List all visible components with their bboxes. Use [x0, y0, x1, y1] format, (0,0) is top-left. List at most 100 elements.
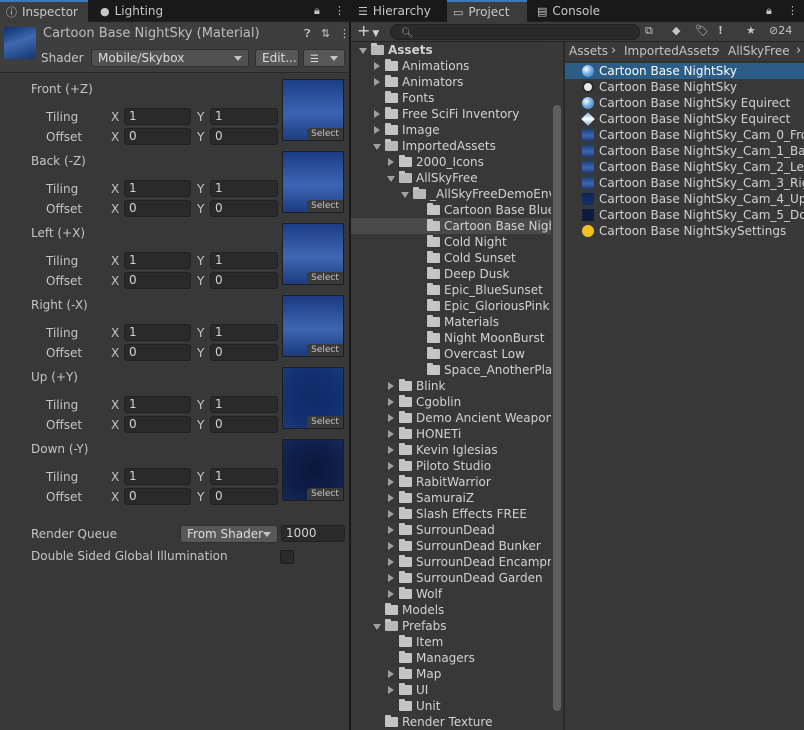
collapsed-arrow-icon[interactable]: [388, 478, 394, 486]
tree-item[interactable]: ImportedAssets: [351, 138, 551, 154]
collapsed-arrow-icon[interactable]: [388, 526, 394, 534]
texture-slot[interactable]: Select: [282, 439, 344, 501]
collapsed-arrow-icon[interactable]: [388, 462, 394, 470]
tree-item[interactable]: Cartoon Base Night: [351, 218, 551, 234]
tree-item[interactable]: Kevin Iglesias: [351, 442, 551, 458]
asset-item[interactable]: Cartoon Base NightSky: [565, 63, 804, 79]
asset-item[interactable]: Cartoon Base NightSky_Cam_1_Back: [565, 143, 804, 159]
tree-item[interactable]: Demo Ancient Weapons: [351, 410, 551, 426]
texture-slot[interactable]: Select: [282, 295, 344, 357]
collapsed-arrow-icon[interactable]: [388, 494, 394, 502]
breadcrumb-item[interactable]: AllSkyFree: [728, 44, 790, 58]
tree-scrollbar-thumb[interactable]: [553, 105, 561, 711]
double-sided-gi-checkbox[interactable]: [280, 550, 294, 564]
collapsed-arrow-icon[interactable]: [388, 446, 394, 454]
shader-list-button[interactable]: ☰: [303, 49, 345, 67]
texture-slot[interactable]: Select: [282, 367, 344, 429]
texture-select-button[interactable]: Select: [307, 200, 343, 212]
texture-slot[interactable]: Select: [282, 79, 344, 141]
tree-item[interactable]: Map: [351, 666, 551, 682]
texture-select-button[interactable]: Select: [307, 416, 343, 428]
collapsed-arrow-icon[interactable]: [374, 110, 380, 118]
tiling-y-field[interactable]: 1: [210, 252, 278, 269]
offset-y-field[interactable]: 0: [210, 488, 278, 505]
tree-item[interactable]: SurrounDead Encampme: [351, 554, 551, 570]
tree-item[interactable]: Blink: [351, 378, 551, 394]
collapsed-arrow-icon[interactable]: [388, 398, 394, 406]
tree-item[interactable]: _AllSkyFreeDemoEnvi: [351, 186, 551, 202]
tree-item[interactable]: Fonts: [351, 90, 551, 106]
tree-item[interactable]: Item: [351, 634, 551, 650]
expanded-arrow-icon[interactable]: [401, 192, 409, 198]
tree-item[interactable]: Animators: [351, 74, 551, 90]
asset-item[interactable]: Cartoon Base NightSky_Cam_2_Left+: [565, 159, 804, 175]
collapsed-arrow-icon[interactable]: [374, 126, 380, 134]
filter-log-icon[interactable]: ❗︎: [719, 23, 722, 39]
expanded-arrow-icon[interactable]: [373, 624, 381, 630]
tree-item[interactable]: Managers: [351, 650, 551, 666]
tiling-x-field[interactable]: 1: [124, 396, 191, 413]
texture-select-button[interactable]: Select: [307, 488, 343, 500]
lock-icon[interactable]: 🔒︎: [766, 3, 772, 19]
offset-y-field[interactable]: 0: [210, 128, 278, 145]
collapsed-arrow-icon[interactable]: [388, 574, 394, 582]
create-button[interactable]: + ▼: [357, 21, 379, 40]
offset-x-field[interactable]: 0: [124, 488, 191, 505]
collapsed-arrow-icon[interactable]: [388, 382, 394, 390]
texture-slot[interactable]: Select: [282, 223, 344, 285]
favorite-star-icon[interactable]: ★: [746, 23, 756, 39]
asset-item[interactable]: Cartoon Base NightSky_Cam_3_Righ: [565, 175, 804, 191]
tree-item[interactable]: Free SciFi Inventory: [351, 106, 551, 122]
tiling-x-field[interactable]: 1: [124, 324, 191, 341]
offset-y-field[interactable]: 0: [210, 344, 278, 361]
tree-item[interactable]: Wolf: [351, 586, 551, 602]
lock-icon[interactable]: 🔒︎: [314, 3, 320, 19]
shader-dropdown[interactable]: Mobile/Skybox: [91, 49, 249, 67]
offset-y-field[interactable]: 0: [210, 272, 278, 289]
tab-inspector[interactable]: ⓘ Inspector: [0, 0, 88, 22]
tree-item[interactable]: AllSkyFree: [351, 170, 551, 186]
asset-item[interactable]: Cartoon Base NightSkySettings: [565, 223, 804, 239]
expanded-arrow-icon[interactable]: [359, 48, 367, 54]
search-by-type-icon[interactable]: ⧉: [645, 23, 653, 39]
tiling-y-field[interactable]: 1: [210, 180, 278, 197]
more-menu-icon[interactable]: ⋮: [334, 3, 345, 19]
tree-item[interactable]: Cold Sunset: [351, 250, 551, 266]
tab-lighting[interactable]: ● Lighting: [96, 0, 186, 22]
collapsed-arrow-icon[interactable]: [388, 670, 394, 678]
tree-item[interactable]: SamuraiZ: [351, 490, 551, 506]
tree-item[interactable]: Render Texture: [351, 714, 551, 730]
tiling-y-field[interactable]: 1: [210, 324, 278, 341]
hidden-packages-toggle[interactable]: ⊘24: [769, 24, 792, 37]
breadcrumb-item[interactable]: Assets: [569, 44, 608, 58]
asset-item[interactable]: Cartoon Base NightSky_Cam_4_Up+: [565, 191, 804, 207]
more-menu-icon[interactable]: ⋮: [787, 3, 798, 19]
render-queue-field[interactable]: 1000: [281, 525, 345, 542]
texture-select-button[interactable]: Select: [307, 272, 343, 284]
tree-item[interactable]: Night MoonBurst: [351, 330, 551, 346]
tree-item[interactable]: SurrounDead Garden: [351, 570, 551, 586]
tree-item[interactable]: RabitWarrior: [351, 474, 551, 490]
asset-item[interactable]: Cartoon Base NightSky_Cam_5_Dow: [565, 207, 804, 223]
tree-item[interactable]: HONETi: [351, 426, 551, 442]
tree-item[interactable]: Piloto Studio: [351, 458, 551, 474]
asset-item[interactable]: Cartoon Base NightSky_Cam_0_Front: [565, 127, 804, 143]
tree-item[interactable]: Epic_BlueSunset: [351, 282, 551, 298]
offset-x-field[interactable]: 0: [124, 272, 191, 289]
asset-item[interactable]: Cartoon Base NightSky Equirect: [565, 95, 804, 111]
offset-x-field[interactable]: 0: [124, 344, 191, 361]
asset-item[interactable]: Cartoon Base NightSky: [565, 79, 804, 95]
tree-item[interactable]: SurrounDead: [351, 522, 551, 538]
tree-item[interactable]: UI: [351, 682, 551, 698]
tree-item[interactable]: Materials: [351, 314, 551, 330]
tiling-x-field[interactable]: 1: [124, 180, 191, 197]
expanded-arrow-icon[interactable]: [373, 144, 381, 150]
render-queue-dropdown[interactable]: From Shader: [180, 525, 278, 543]
tree-item[interactable]: Cgoblin: [351, 394, 551, 410]
tree-item[interactable]: Cartoon Base BlueS: [351, 202, 551, 218]
tiling-x-field[interactable]: 1: [124, 252, 191, 269]
collapsed-arrow-icon[interactable]: [388, 158, 394, 166]
collapsed-arrow-icon[interactable]: [388, 558, 394, 566]
tiling-y-field[interactable]: 1: [210, 468, 278, 485]
texture-select-button[interactable]: Select: [307, 128, 343, 140]
